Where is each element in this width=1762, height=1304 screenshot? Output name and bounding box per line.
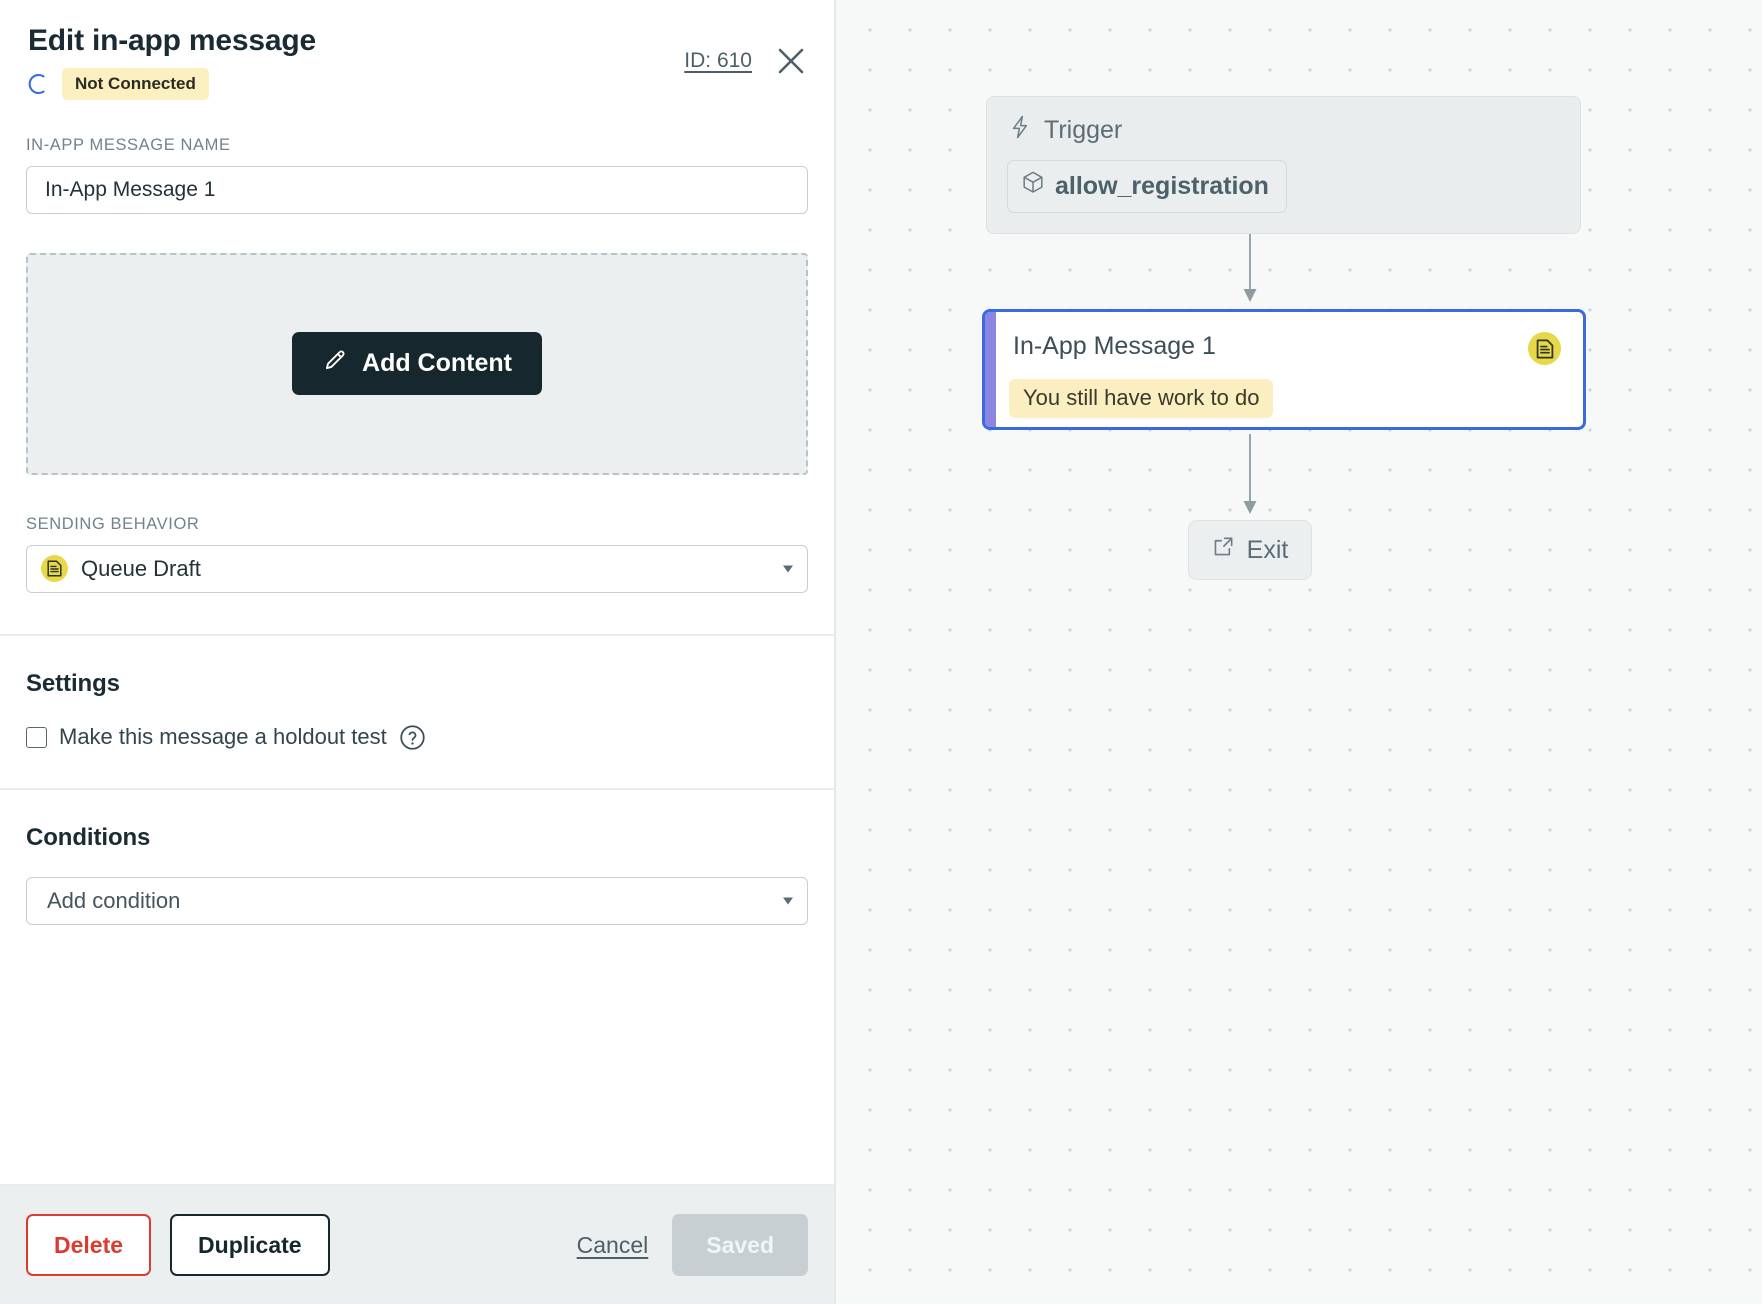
header-actions: ID: 610 [684,44,808,78]
message-id-link[interactable]: ID: 610 [684,49,752,73]
message-name-label: IN-APP MESSAGE NAME [26,135,231,154]
status-badge: Not Connected [62,67,209,100]
sending-behavior-label: SENDING BEHAVIOR [26,514,200,533]
conditions-section: Conditions Add condition [0,790,834,925]
chevron-down-icon [783,565,793,572]
holdout-test-label: Make this message a holdout test [59,724,387,749]
add-content-button[interactable]: Add Content [292,332,542,395]
document-icon [41,555,68,582]
sending-behavior-value: Queue Draft [81,555,201,581]
holdout-test-checkbox[interactable] [26,726,47,748]
message-node-title: In-App Message 1 [1013,332,1216,360]
sending-behavior-select[interactable]: Queue Draft [26,544,808,593]
loading-spinner-icon [28,73,50,95]
message-node-accent-bar [985,312,996,427]
edit-message-panel: Edit in-app message Not Connected ID: 61… [0,0,836,1304]
lightning-bolt-icon [1009,115,1031,146]
workflow-canvas[interactable]: Trigger allow_registration In-App Messag… [836,0,1762,1304]
duplicate-button[interactable]: Duplicate [170,1214,330,1276]
trigger-node-title: Trigger [1044,116,1123,144]
exit-node[interactable]: Exit [1188,520,1312,580]
settings-heading: Settings [26,669,120,697]
footer-right-actions: Cancel Saved [571,1214,808,1276]
pencil-icon [322,347,348,380]
trigger-node[interactable]: Trigger allow_registration [986,96,1581,234]
panel-header: Edit in-app message Not Connected ID: 61… [0,0,834,100]
app-root: Edit in-app message Not Connected ID: 61… [0,0,1762,1304]
trigger-node-header: Trigger [1007,115,1560,146]
delete-button[interactable]: Delete [26,1214,152,1276]
question-circle-icon[interactable] [399,724,426,751]
exit-node-label: Exit [1246,535,1289,564]
message-node-warning-chip: You still have work to do [1009,379,1274,418]
add-condition-value: Add condition [47,887,181,913]
message-node[interactable]: In-App Message 1 You still have work to … [982,309,1586,430]
panel-footer: Delete Duplicate Cancel Saved [0,1184,834,1304]
cube-icon [1022,171,1044,201]
trigger-event-label: allow_registration [1055,171,1269,200]
message-name-input[interactable] [26,165,808,214]
content-dropzone[interactable]: Add Content [26,252,808,475]
close-icon[interactable] [774,44,808,78]
add-content-label: Add Content [362,349,512,377]
message-name-block: IN-APP MESSAGE NAME [0,136,834,214]
cancel-button[interactable]: Cancel [571,1232,655,1259]
save-button: Saved [672,1214,808,1276]
settings-section: Settings Make this message a holdout tes… [0,636,834,788]
sending-behavior-block: SENDING BEHAVIOR Queue Draft [0,515,834,593]
external-link-icon [1212,535,1235,565]
document-icon[interactable] [1528,332,1561,365]
trigger-event-chip[interactable]: allow_registration [1007,160,1287,213]
chevron-down-icon [783,897,793,904]
holdout-test-row: Make this message a holdout test [26,724,808,751]
panel-scroll-area: Edit in-app message Not Connected ID: 61… [0,0,834,1184]
add-condition-select[interactable]: Add condition [26,876,808,925]
conditions-heading: Conditions [26,823,151,851]
